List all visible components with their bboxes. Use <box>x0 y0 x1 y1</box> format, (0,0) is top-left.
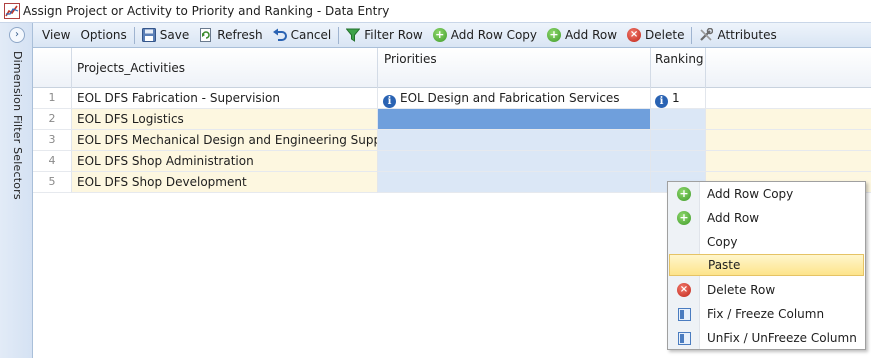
row-number: 1 <box>33 88 72 109</box>
refresh-button[interactable]: Refresh <box>194 25 267 46</box>
empty-cell <box>706 109 871 130</box>
delete-button[interactable]: × Delete <box>622 25 689 46</box>
empty-cell <box>706 130 871 151</box>
row-number: 4 <box>33 151 72 172</box>
window-title: Assign Project or Activity to Priority a… <box>23 4 390 18</box>
ranking-cell[interactable]: i1 <box>651 88 706 109</box>
add-row-button[interactable]: + Add Row <box>542 25 622 46</box>
priority-cell[interactable] <box>378 130 651 151</box>
add-row-copy-button[interactable]: + Add Row Copy <box>428 25 542 46</box>
info-icon: i <box>655 95 668 108</box>
tools-icon <box>700 28 714 41</box>
column-header-projects[interactable]: Projects_Activities <box>72 48 378 88</box>
refresh-icon <box>200 28 212 42</box>
toolbar-separator <box>133 26 135 44</box>
menu-item-delete-row[interactable]: × Delete Row <box>669 279 864 301</box>
table-row[interactable]: 3 EOL DFS Mechanical Design and Engineer… <box>33 130 871 151</box>
table-row[interactable]: 1 EOL DFS Fabrication - Supervision i EOL… <box>33 88 871 109</box>
filter-row-button[interactable]: Filter Row <box>341 25 428 46</box>
filter-icon <box>346 28 361 42</box>
attributes-button[interactable]: Attributes <box>694 25 781 46</box>
delete-icon: × <box>627 28 642 42</box>
menu-item-label: UnFix / UnFreeze Column <box>707 331 857 345</box>
menu-item-label: Delete Row <box>707 283 776 297</box>
add-icon: + <box>677 187 691 201</box>
menu-item-label: Paste <box>708 258 741 272</box>
priority-cell[interactable]: i EOL Design and Fabrication Services <box>378 88 651 109</box>
info-icon: i <box>383 95 396 108</box>
table-row[interactable]: 2 EOL DFS Logistics <box>33 109 871 130</box>
menu-item-fix-column[interactable]: Fix / Freeze Column <box>669 303 864 325</box>
add-icon: + <box>547 28 562 42</box>
attributes-label: Attributes <box>717 28 777 42</box>
cancel-button[interactable]: Cancel <box>268 25 337 46</box>
ranking-cell[interactable] <box>651 151 706 172</box>
ranking-cell[interactable] <box>651 130 706 151</box>
dimension-filter-panel[interactable]: › Dimension Filter Selectors <box>0 23 33 358</box>
table-row[interactable]: 4 EOL DFS Shop Administration <box>33 151 871 172</box>
row-number-header <box>33 48 72 88</box>
project-cell[interactable]: EOL DFS Mechanical Design and Engineerin… <box>72 130 378 151</box>
cancel-label: Cancel <box>290 28 332 42</box>
project-cell[interactable]: EOL DFS Shop Administration <box>72 151 378 172</box>
row-number: 3 <box>33 130 72 151</box>
menu-item-unfix-column[interactable]: UnFix / UnFreeze Column <box>669 327 864 349</box>
menu-item-label: Add Row Copy <box>707 187 794 201</box>
priority-cell[interactable] <box>378 151 651 172</box>
menu-item-add-row[interactable]: + Add Row <box>669 207 864 229</box>
menu-item-label: Add Row <box>707 211 760 225</box>
add-row-copy-label: Add Row Copy <box>450 28 538 42</box>
undo-icon <box>272 28 287 41</box>
column-header-label: Ranking <box>655 52 704 66</box>
toolbar-separator <box>338 26 340 44</box>
column-header-label: Projects_Activities <box>77 61 186 75</box>
ranking-value: 1 <box>672 91 680 105</box>
empty-cell <box>706 151 871 172</box>
save-button[interactable]: Save <box>137 25 194 46</box>
add-row-label: Add Row <box>565 28 618 42</box>
menu-item-paste[interactable]: Paste <box>669 254 864 276</box>
column-header-priorities[interactable]: Priorities <box>378 48 651 88</box>
ranking-cell[interactable] <box>651 109 706 130</box>
refresh-label: Refresh <box>217 28 263 42</box>
row-number: 2 <box>33 109 72 130</box>
column-icon <box>677 331 691 345</box>
menu-item-label: Copy <box>707 235 738 249</box>
menu-item-copy[interactable]: Copy <box>669 231 864 253</box>
delete-label: Delete <box>645 28 685 42</box>
app-chart-icon <box>4 3 20 19</box>
grid-header: Projects_Activities Priorities Ranking <box>33 48 871 88</box>
column-icon <box>677 307 691 321</box>
priority-cell-selected[interactable] <box>378 109 651 130</box>
row-number: 5 <box>33 172 72 193</box>
add-icon: + <box>432 28 447 42</box>
context-menu: + Add Row Copy + Add Row Copy Paste × De… <box>667 181 866 350</box>
view-menu[interactable]: View <box>37 25 75 46</box>
window-titlebar: Assign Project or Activity to Priority a… <box>0 0 871 23</box>
add-icon: + <box>677 211 691 225</box>
delete-icon: × <box>677 283 691 297</box>
toolbar-separator <box>691 26 693 44</box>
dimension-filter-label: Dimension Filter Selectors <box>11 51 24 200</box>
project-cell[interactable]: EOL DFS Fabrication - Supervision <box>72 88 378 109</box>
chevron-right-icon: › <box>15 29 19 40</box>
column-header-label: Priorities <box>384 52 437 66</box>
empty-cell <box>706 88 871 109</box>
save-icon <box>141 28 156 42</box>
save-label: Save <box>159 28 190 42</box>
toolbar: View Options Save Refresh Cancel Filter … <box>33 23 871 48</box>
filter-row-label: Filter Row <box>364 28 423 42</box>
priority-value: EOL Design and Fabrication Services <box>400 91 620 105</box>
options-menu[interactable]: Options <box>75 25 131 46</box>
priority-cell[interactable] <box>378 172 651 193</box>
menu-item-add-row-copy[interactable]: + Add Row Copy <box>669 183 864 205</box>
menu-item-label: Fix / Freeze Column <box>707 307 825 321</box>
expand-panel-button[interactable]: › <box>9 27 25 43</box>
project-cell[interactable]: EOL DFS Shop Development <box>72 172 378 193</box>
column-header-ranking[interactable]: Ranking <box>651 48 706 88</box>
project-cell[interactable]: EOL DFS Logistics <box>72 109 378 130</box>
